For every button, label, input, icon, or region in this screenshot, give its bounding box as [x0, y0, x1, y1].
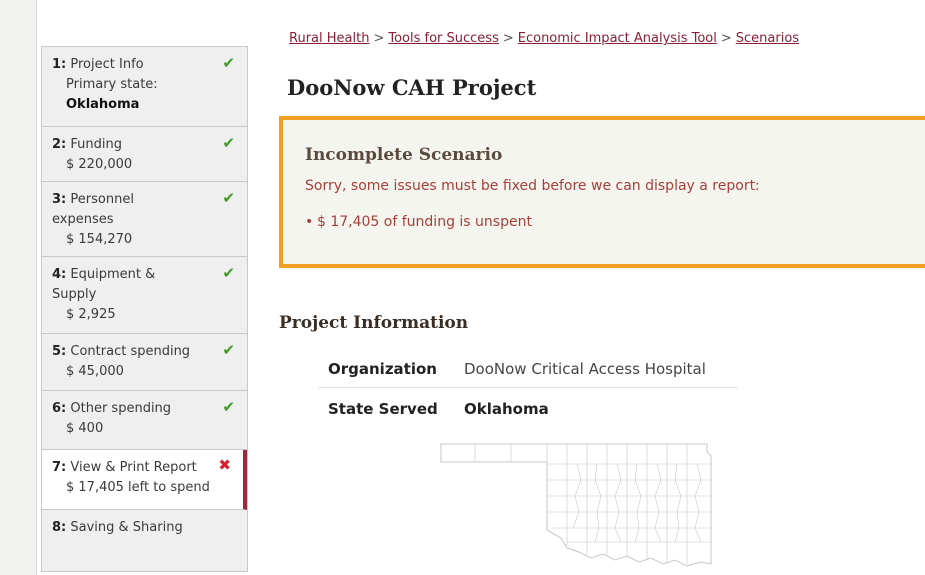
- breadcrumb-link-economic-impact-analysis-tool[interactable]: Economic Impact Analysis Tool: [518, 31, 717, 46]
- left-rail: [0, 0, 37, 575]
- step-detail: expenses: [52, 212, 114, 227]
- breadcrumb-separator: >: [502, 31, 514, 46]
- step-equipment-supply[interactable]: 4: Equipment & ✔ Supply $ 2,925: [42, 257, 247, 334]
- alert-issue-text: $ 17,405 of funding is unspent: [317, 214, 532, 230]
- breadcrumb-link-rural-health[interactable]: Rural Health: [289, 31, 369, 46]
- step-label: Other spending: [70, 401, 172, 416]
- step-label: Contract spending: [70, 344, 191, 359]
- step-saving-sharing[interactable]: 8: Saving & Sharing: [42, 510, 247, 572]
- step-contract-spending[interactable]: 5: Contract spending ✔ $ 45,000: [42, 334, 247, 391]
- check-icon: ✔: [222, 264, 235, 282]
- organization-row: Organization DooNow Critical Access Hosp…: [318, 351, 738, 388]
- alert-issue-list: • $ 17,405 of funding is unspent: [305, 214, 532, 230]
- step-detail: Oklahoma: [66, 97, 140, 112]
- step-label: Personnel: [70, 192, 134, 207]
- breadcrumb: Rural Health > Tools for Success > Economic …: [289, 31, 799, 46]
- step-number: 6:: [52, 401, 67, 416]
- step-project-info[interactable]: 1: Project Info ✔ Primary state: Oklahom…: [42, 47, 247, 127]
- step-personnel-expenses[interactable]: 3: Personnel ✔ expenses $ 154,270: [42, 182, 247, 257]
- step-detail: $ 2,925: [66, 307, 116, 322]
- step-label: Equipment &: [70, 267, 156, 282]
- breadcrumb-separator: >: [720, 31, 732, 46]
- page-title: DooNow CAH Project: [287, 75, 537, 100]
- state-served-value: Oklahoma: [464, 400, 549, 418]
- step-number: 4:: [52, 267, 67, 282]
- incomplete-scenario-alert: Incomplete Scenario Sorry, some issues m…: [279, 116, 925, 268]
- step-number: 7:: [52, 460, 67, 475]
- step-navigation: 1: Project Info ✔ Primary state: Oklahom…: [41, 46, 248, 572]
- breadcrumb-link-tools-for-success[interactable]: Tools for Success: [388, 31, 499, 46]
- step-label: Saving & Sharing: [70, 520, 183, 535]
- check-icon: ✔: [222, 398, 235, 416]
- alert-message: Sorry, some issues must be fixed before …: [305, 178, 760, 194]
- step-label: View & Print Report: [70, 460, 197, 475]
- organization-label: Organization: [328, 360, 437, 378]
- project-information-heading: Project Information: [279, 313, 469, 333]
- step-other-spending[interactable]: 6: Other spending ✔ $ 400: [42, 391, 247, 450]
- step-detail: $ 17,405 left to spend: [66, 480, 210, 495]
- check-icon: ✔: [222, 341, 235, 359]
- alert-title: Incomplete Scenario: [305, 145, 503, 165]
- step-funding[interactable]: 2: Funding ✔ $ 220,000: [42, 127, 247, 182]
- state-served-row: State Served Oklahoma: [318, 391, 738, 427]
- breadcrumb-link-scenarios[interactable]: Scenarios: [736, 31, 799, 46]
- step-view-print-report[interactable]: 7: View & Print Report ✖ $ 17,405 left t…: [42, 450, 247, 510]
- step-detail: $ 154,270: [66, 232, 133, 247]
- oklahoma-county-map: [440, 443, 712, 567]
- step-detail: Supply: [52, 287, 97, 302]
- check-icon: ✔: [222, 54, 235, 72]
- breadcrumb-separator: >: [373, 31, 385, 46]
- step-number: 3:: [52, 192, 67, 207]
- step-label: Funding: [70, 137, 122, 152]
- step-number: 2:: [52, 137, 67, 152]
- bullet-icon: •: [305, 214, 314, 230]
- alert-issue-item: • $ 17,405 of funding is unspent: [305, 214, 532, 230]
- step-detail: $ 45,000: [66, 364, 124, 379]
- step-detail: $ 220,000: [66, 157, 133, 172]
- state-served-label: State Served: [328, 400, 438, 418]
- check-icon: ✔: [222, 189, 235, 207]
- organization-value: DooNow Critical Access Hospital: [464, 360, 706, 378]
- step-number: 5:: [52, 344, 67, 359]
- step-number: 8:: [52, 520, 67, 535]
- check-icon: ✔: [222, 134, 235, 152]
- step-number: 1:: [52, 57, 67, 72]
- step-detail: Primary state:: [66, 77, 158, 92]
- x-icon: ✖: [218, 456, 231, 474]
- step-label: Project Info: [70, 57, 144, 72]
- step-detail: $ 400: [66, 421, 104, 436]
